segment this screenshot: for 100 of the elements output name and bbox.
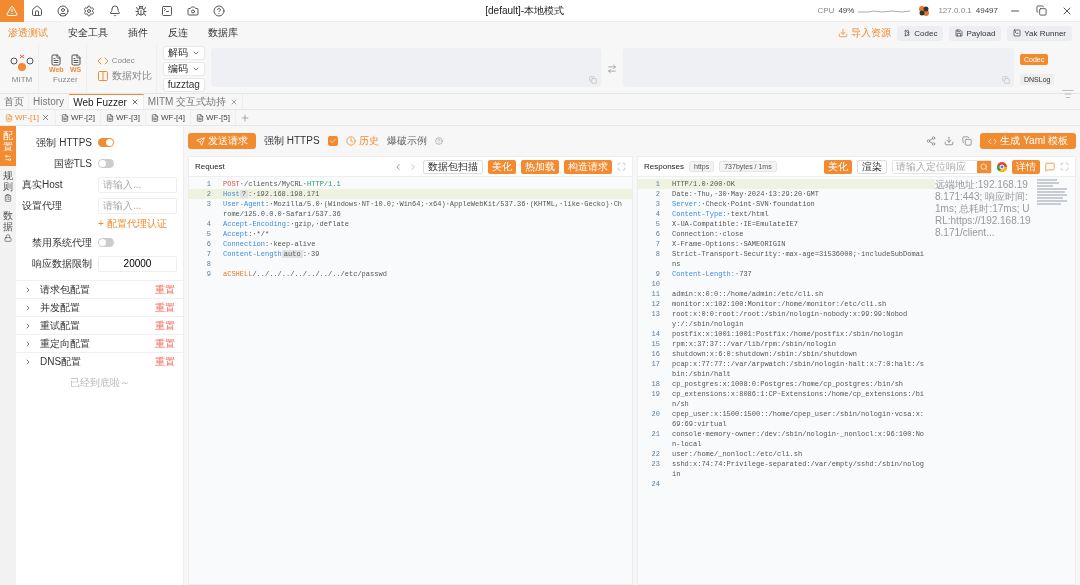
toggle-switch[interactable] — [98, 159, 114, 168]
pane-title: Responses — [644, 162, 685, 171]
response-info-text: 远端地址:192.168.198.171:443; 响应时间:1ms; 总耗时:17ms; URL:https://192.168.198.171/client... — [935, 179, 1031, 239]
port-number: 49497 — [975, 6, 998, 15]
compare-tool[interactable]: 数据对比 — [96, 68, 152, 83]
reset-link[interactable]: 重置 — [155, 300, 175, 315]
search-field[interactable]: 请输入定位响应 — [892, 159, 992, 174]
end-of-list-text: 已经到底啦～ — [68, 376, 131, 390]
chevron-icon[interactable] — [24, 339, 32, 348]
help-icon[interactable] — [434, 137, 443, 145]
toolbar-button[interactable]: Yak Runner — [1007, 25, 1072, 41]
force-https-label: 强制 HTTPS — [264, 134, 320, 148]
setting-label: 响应数据限制 — [32, 256, 92, 271]
sliders-icon — [4, 154, 12, 162]
cpu-label: CPU — [817, 6, 835, 15]
fullscreen-icon[interactable] — [617, 162, 626, 171]
copy-icon[interactable] — [962, 136, 973, 146]
fullscreen-icon[interactable] — [1060, 162, 1069, 171]
editor-button[interactable]: 数据包扫描 — [423, 159, 483, 174]
next-icon[interactable] — [408, 161, 418, 172]
clipboard-icon — [4, 194, 12, 202]
copy-icon[interactable] — [1002, 76, 1010, 84]
decode-select[interactable]: 解码 — [162, 45, 205, 60]
setting-label: 禁用系统代理 — [32, 235, 92, 250]
window-title: [default]-本地模式 — [485, 3, 565, 18]
browser-icon[interactable] — [997, 161, 1007, 172]
reset-link[interactable]: 重置 — [155, 336, 175, 351]
encode-select[interactable]: 编码 — [162, 61, 205, 76]
codec-output-field[interactable] — [623, 48, 1014, 87]
fuzzer-tab[interactable]: WF-[2] — [56, 110, 101, 125]
engine-icon[interactable] — [918, 4, 931, 17]
reset-link[interactable]: 重置 — [155, 318, 175, 333]
number-field[interactable]: 20000 — [98, 255, 177, 272]
input-field[interactable]: 请输入... — [98, 197, 177, 214]
document-icon — [61, 113, 69, 122]
toolbar-button[interactable]: Payload — [949, 25, 1002, 41]
page-tab[interactable]: Web Fuzzer — [69, 94, 144, 109]
terminal-icon — [1013, 29, 1022, 37]
mitm-icon — [10, 53, 34, 73]
document-icon — [69, 53, 82, 66]
page-tab[interactable]: 首页 — [0, 94, 29, 109]
setting-label: 真实Host — [22, 177, 63, 192]
send-icon — [196, 136, 205, 146]
save-icon — [955, 29, 964, 37]
codec-tool[interactable]: Codec — [96, 54, 135, 67]
example-link[interactable]: 爆破示例 — [386, 134, 427, 148]
chevron-icon[interactable] — [24, 303, 32, 312]
import-icon — [838, 28, 849, 38]
menu-item[interactable]: 反连 — [168, 26, 188, 40]
setting-label: 强制 HTTPS — [36, 135, 92, 150]
render-button[interactable]: 渲染 — [857, 159, 887, 174]
section-title[interactable]: 重定向配置 — [40, 336, 147, 351]
input-field[interactable]: 请输入... — [98, 176, 177, 193]
close-icon[interactable] — [41, 113, 50, 122]
document-icon — [50, 53, 63, 66]
reset-link[interactable]: 重置 — [155, 354, 175, 369]
toggle-switch[interactable] — [98, 138, 114, 147]
search-icon[interactable] — [980, 162, 988, 171]
cpu-value: 49% — [838, 6, 855, 15]
toggle-switch[interactable] — [98, 238, 114, 247]
close-icon[interactable] — [230, 97, 239, 106]
chevron-icon[interactable] — [24, 285, 32, 294]
columns-icon — [96, 69, 109, 82]
section-title[interactable]: 重试配置 — [40, 318, 147, 333]
fuzzer-tab[interactable]: WF-[4] — [146, 110, 191, 125]
section-title[interactable]: 请求包配置 — [40, 282, 147, 297]
fuzzer-tab[interactable]: WF-[5] — [191, 110, 236, 125]
fuzztag-button[interactable]: fuzztag — [162, 77, 205, 92]
close-icon[interactable] — [130, 98, 139, 106]
menu-item[interactable]: 安全工具 — [68, 26, 108, 40]
setting-label: 国密TLS — [53, 156, 92, 171]
add-tab-icon[interactable] — [240, 112, 250, 123]
share-icon[interactable] — [926, 136, 937, 146]
menu-item[interactable]: 数据库 — [208, 26, 238, 40]
document-icon — [5, 113, 13, 122]
download-icon[interactable] — [944, 136, 955, 146]
setting-label: 设置代理 — [22, 198, 62, 213]
menu-item[interactable]: 插件 — [128, 26, 148, 40]
side-nav-tab[interactable]: 规则 — [0, 166, 16, 206]
chevron-icon[interactable] — [24, 321, 32, 330]
clock-icon — [345, 136, 356, 146]
section-title[interactable]: DNS配置 — [40, 354, 147, 369]
comment-icon[interactable] — [1045, 161, 1055, 172]
force-https-checkbox[interactable] — [327, 136, 338, 146]
toolbar-button[interactable]: Codec — [897, 25, 944, 41]
page-tab[interactable]: MITM 交互式劫持 — [143, 94, 244, 109]
mitm-tool[interactable]: MITM — [6, 44, 39, 93]
copy-icon[interactable] — [589, 76, 598, 84]
sort-icon[interactable] — [1062, 88, 1074, 100]
chevron-icon[interactable] — [24, 357, 32, 366]
pane-title: Request — [195, 162, 225, 171]
section-title[interactable]: 并发配置 — [40, 300, 147, 315]
lock-icon — [4, 234, 12, 242]
side-nav-tab[interactable]: 数据 — [0, 206, 16, 246]
swap-icon[interactable] — [607, 63, 618, 74]
document-icon — [106, 113, 114, 122]
fuzzer-tab[interactable]: WF-[3] — [101, 110, 146, 125]
previous-icon[interactable] — [393, 161, 403, 172]
reset-link[interactable]: 重置 — [155, 282, 175, 297]
codec-input-field[interactable] — [210, 48, 602, 87]
